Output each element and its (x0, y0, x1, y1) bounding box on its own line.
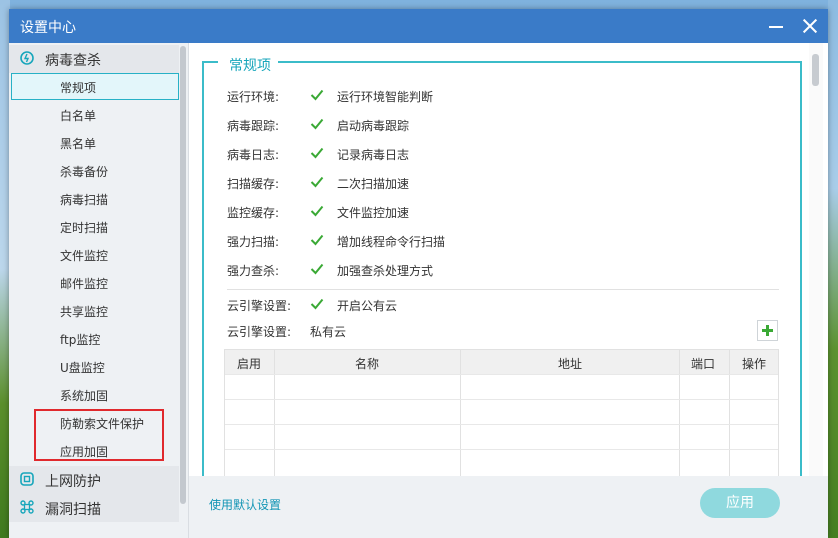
vulnerability-scan-icon (20, 500, 34, 514)
section-divider (227, 289, 779, 290)
window-title: 设置中心 (20, 20, 76, 36)
section-title: 常规项 (229, 58, 271, 74)
add-server-button[interactable] (757, 320, 778, 341)
sidebar-item-general[interactable]: 常规项 (11, 73, 179, 100)
row-label-monitor-cache: 监控缓存: (227, 206, 280, 220)
table-row-divider (225, 449, 778, 450)
sidebar-item-file-monitor[interactable]: 文件监控 (11, 241, 179, 268)
column-header-enable: 启用 (237, 357, 262, 371)
sidebar-item-mail-monitor[interactable]: 邮件监控 (11, 269, 179, 296)
highlight-annotation-box (34, 409, 164, 461)
column-header-address: 地址 (558, 357, 583, 371)
sidebar-group-web-protection[interactable]: 上网防护 (9, 466, 179, 494)
sidebar-item-label: ftp监控 (60, 333, 101, 347)
option-virus-tracking[interactable]: 启动病毒跟踪 (337, 117, 409, 134)
sidebar-item-label: 定时扫描 (60, 221, 109, 235)
column-header-action: 操作 (742, 357, 767, 371)
sidebar-item-label: 共享监控 (60, 305, 109, 319)
sidebar-item-scheduled-scan[interactable]: 定时扫描 (11, 213, 179, 240)
sidebar-item-virus-scan[interactable]: 病毒扫描 (11, 185, 179, 212)
sidebar-item-share-monitor[interactable]: 共享监控 (11, 297, 179, 324)
row-label-virus-tracking: 病毒跟踪: (227, 119, 280, 133)
sidebar-group-label: 上网防护 (45, 474, 101, 490)
row-label-cloud-public: 云引擎设置: (227, 299, 292, 313)
checkbox-strong-scan[interactable] (310, 233, 324, 247)
sidebar-item-usb-monitor[interactable]: U盘监控 (11, 353, 179, 380)
sidebar-item-label: 邮件监控 (60, 277, 109, 291)
row-label-scan-cache: 扫描缓存: (227, 177, 280, 191)
option-virus-log[interactable]: 记录病毒日志 (337, 146, 409, 163)
row-label-strong-kill: 强力查杀: (227, 264, 280, 278)
table-row-divider (225, 374, 778, 375)
column-divider (460, 350, 461, 476)
checkbox-public-cloud[interactable] (310, 297, 324, 311)
sidebar-item-ftp-monitor[interactable]: ftp监控 (11, 325, 179, 352)
sidebar-item-label: U盘监控 (60, 361, 105, 375)
option-strong-scan[interactable]: 增加线程命令行扫描 (337, 233, 445, 250)
table-row-divider (225, 399, 778, 400)
restore-defaults-link[interactable]: 使用默认设置 (209, 496, 281, 513)
column-header-name: 名称 (355, 357, 380, 371)
sidebar-item-label: 黑名单 (60, 137, 97, 151)
checkbox-strong-kill[interactable] (310, 262, 324, 276)
sidebar-item-label: 文件监控 (60, 249, 109, 263)
sidebar-group-label: 漏洞扫描 (45, 502, 101, 518)
close-icon[interactable] (797, 13, 823, 39)
checkbox-virus-log[interactable] (310, 146, 324, 160)
column-divider (729, 350, 730, 476)
sidebar-item-label: 系统加固 (60, 389, 109, 403)
sidebar-item-virus-backup[interactable]: 杀毒备份 (11, 157, 179, 184)
checkbox-scan-cache[interactable] (310, 175, 324, 189)
row-label-virus-log: 病毒日志: (227, 148, 280, 162)
apply-button[interactable]: 应用 (700, 488, 780, 518)
private-cloud-label: 私有云 (310, 325, 347, 339)
table-row-divider (225, 424, 778, 425)
sidebar-item-label: 杀毒备份 (60, 165, 109, 179)
checkbox-runtime-env[interactable] (310, 88, 324, 102)
sidebar-item-label: 病毒扫描 (60, 193, 109, 207)
row-label-cloud-private: 云引擎设置: (227, 325, 292, 339)
sidebar-group-virus-scan[interactable]: 病毒查杀 (9, 45, 179, 73)
content-scrollbar-track[interactable] (809, 43, 823, 476)
virus-scan-icon (20, 51, 34, 65)
sidebar-item-blacklist[interactable]: 黑名单 (11, 129, 179, 156)
sidebar-item-label: 白名单 (60, 109, 97, 123)
title-bar[interactable]: 设置中心 (9, 9, 828, 43)
row-label-runtime-env: 运行环境: (227, 90, 280, 104)
option-runtime-env[interactable]: 运行环境智能判断 (337, 88, 433, 105)
column-divider (274, 350, 275, 476)
column-header-port: 端口 (691, 357, 716, 371)
checkbox-virus-tracking[interactable] (310, 117, 324, 131)
option-monitor-cache[interactable]: 文件监控加速 (337, 204, 409, 221)
sidebar-item-whitelist[interactable]: 白名单 (11, 101, 179, 128)
column-divider (679, 350, 680, 476)
content-scrollbar-thumb[interactable] (812, 54, 819, 86)
minimize-icon[interactable] (763, 13, 789, 39)
sidebar-scrollbar-thumb[interactable] (180, 46, 186, 504)
row-label-strong-scan: 强力扫描: (227, 235, 280, 249)
desktop-background-right (828, 0, 838, 538)
web-protection-icon (20, 472, 34, 486)
option-strong-kill[interactable]: 加强查杀处理方式 (337, 262, 433, 279)
option-public-cloud[interactable]: 开启公有云 (337, 297, 397, 314)
sidebar-item-system-hardening[interactable]: 系统加固 (11, 381, 179, 408)
sidebar-group-label: 病毒查杀 (45, 53, 101, 69)
sidebar-group-vulnerability-scan[interactable]: 漏洞扫描 (9, 494, 179, 522)
sidebar-item-label: 常规项 (60, 81, 97, 95)
option-scan-cache[interactable]: 二次扫描加速 (337, 175, 409, 192)
checkbox-monitor-cache[interactable] (310, 204, 324, 218)
